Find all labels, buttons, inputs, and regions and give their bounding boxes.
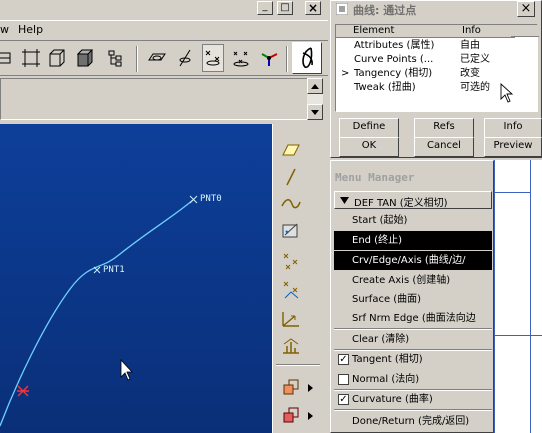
background-panel (494, 160, 542, 433)
mouse-cursor-icon (120, 358, 133, 381)
context-help-button[interactable] (292, 42, 322, 74)
menu-item-crv-edge-axis[interactable]: Crv/Edge/Axis (曲线/边/ (334, 251, 492, 270)
close-icon: × (307, 1, 319, 15)
shaded-view-icon[interactable] (74, 44, 96, 72)
curve-dialog-close-button[interactable]: × (517, 1, 535, 17)
menu-item-normal[interactable]: Normal (法向) (334, 370, 492, 389)
extrude-tool-icon[interactable] (279, 375, 303, 399)
datum-csys-icon[interactable] (258, 44, 280, 72)
refs-button[interactable]: Refs (414, 118, 474, 138)
menu-item-tangent[interactable]: Tangent (相切) (334, 350, 492, 369)
background-grid-line (530, 160, 531, 433)
toolbar-view-partial-icon[interactable] (0, 44, 16, 72)
point-label-pnt1: PNT1 (103, 265, 125, 275)
offset-csys-point-tool-icon[interactable] (279, 278, 303, 302)
message-scroll-track[interactable] (307, 94, 323, 104)
context-help-icon (302, 47, 313, 69)
revolve-flyout-arrow-icon[interactable] (308, 410, 314, 420)
start-point-marker (17, 385, 29, 397)
def-tan-section-header[interactable]: DEF TAN (定义相切) (334, 191, 492, 209)
menu-manager-title: Menu Manager (335, 171, 415, 184)
datum-axis-display-icon[interactable] (174, 44, 196, 72)
element-row-tangency[interactable]: > Tangency (相切) 改变 (336, 67, 536, 81)
message-area (0, 78, 308, 120)
mouse-cursor-icon (500, 83, 514, 103)
analysis-tool-icon[interactable] (279, 334, 303, 358)
cancel-button[interactable]: Cancel (414, 137, 474, 157)
menu-item-w[interactable]: w (0, 23, 9, 36)
point-pnt0-marker (189, 195, 198, 204)
close-button[interactable]: × (305, 1, 321, 15)
menu-item-curvature[interactable]: Curvature (曲率) (334, 390, 492, 409)
model-tree-icon[interactable] (104, 44, 126, 72)
datum-point-display-icon[interactable] (202, 44, 224, 72)
menu-item-srf-nrm-edge[interactable]: Srf Nrm Edge (曲面法向边 (334, 309, 492, 328)
close-icon: × (520, 1, 532, 16)
arrow-down-icon (311, 109, 319, 115)
main-window: _ □ × w Help PNT0 PNT1 (0, 0, 328, 433)
datum-coordinate-tool-icon[interactable] (279, 306, 303, 330)
datum-plane-tool-icon[interactable] (279, 138, 303, 162)
dialog-app-icon (336, 3, 348, 15)
sketch-tool-icon[interactable] (279, 219, 303, 243)
coordinate-system-display-icon[interactable] (230, 44, 252, 72)
menu-item-end[interactable]: End (终止) (334, 231, 492, 250)
menu-item-done-return[interactable]: Done/Return (完成/返回) (334, 412, 492, 431)
curve-dialog-title-bar: 曲线: 通过点 × (331, 1, 541, 19)
datum-plane-display-icon[interactable] (146, 44, 168, 72)
datum-point-tool-icon[interactable] (279, 250, 303, 274)
revolve-tool-icon[interactable] (279, 403, 303, 427)
curve-dialog: 曲线: 通过点 × Element Info Attributes (属性) 自… (330, 0, 542, 158)
wireframe-view-icon[interactable] (46, 44, 68, 72)
menu-bar: w Help (0, 20, 328, 38)
extrude-flyout-arrow-icon[interactable] (308, 382, 314, 392)
info-column-header[interactable]: Info (459, 25, 515, 38)
column-header-filler (511, 25, 539, 37)
zoom-fit-icon[interactable] (20, 44, 42, 72)
define-button[interactable]: Define (339, 118, 399, 138)
menu-item-surface[interactable]: Surface (曲面) (334, 290, 492, 309)
info-button[interactable]: Info (484, 118, 542, 138)
viewport-canvas (0, 195, 198, 427)
ok-button[interactable]: OK (339, 137, 399, 157)
background-grid-line (494, 335, 542, 336)
menu-item-create-axis[interactable]: Create Axis (创建轴) (334, 271, 492, 290)
element-column-header[interactable]: Element (336, 25, 463, 38)
minimize-icon: _ (262, 1, 268, 12)
maximize-icon: □ (280, 2, 290, 13)
arrow-up-icon (311, 83, 319, 89)
menu-item-start[interactable]: Start (起始) (334, 211, 492, 230)
collapse-triangle-icon (340, 197, 349, 204)
toolbar-separator-2 (286, 46, 288, 72)
message-scroll-down[interactable] (307, 104, 323, 120)
feature-toolbar-separator (276, 364, 320, 366)
maximize-button[interactable]: □ (277, 1, 293, 15)
datum-curve-tool-icon[interactable] (279, 192, 303, 216)
point-label-pnt0: PNT0 (200, 194, 222, 204)
spline-curve (0, 199, 194, 427)
point-pnt1-marker (93, 266, 101, 274)
element-row-attributes[interactable]: Attributes (属性) 自由 (336, 39, 536, 53)
preview-button[interactable]: Preview (484, 137, 542, 157)
minimize-button[interactable]: _ (257, 1, 273, 15)
menu-item-clear[interactable]: Clear (清除) (334, 330, 492, 349)
curve-dialog-title: 曲线: 通过点 (353, 4, 417, 17)
menu-item-help[interactable]: Help (18, 23, 43, 36)
element-row-curve-points[interactable]: Curve Points (... 已定义 (336, 53, 536, 67)
message-scroll-up[interactable] (307, 78, 323, 94)
datum-axis-tool-icon[interactable] (279, 165, 303, 189)
current-element-marker: > (341, 68, 350, 79)
element-table: Element Info Attributes (属性) 自由 Curve Po… (335, 24, 539, 112)
menu-separator (334, 409, 492, 411)
toolbar-separator (136, 46, 138, 72)
graphics-viewport[interactable]: PNT0 PNT1 (0, 124, 272, 433)
background-grid-line (494, 192, 530, 193)
